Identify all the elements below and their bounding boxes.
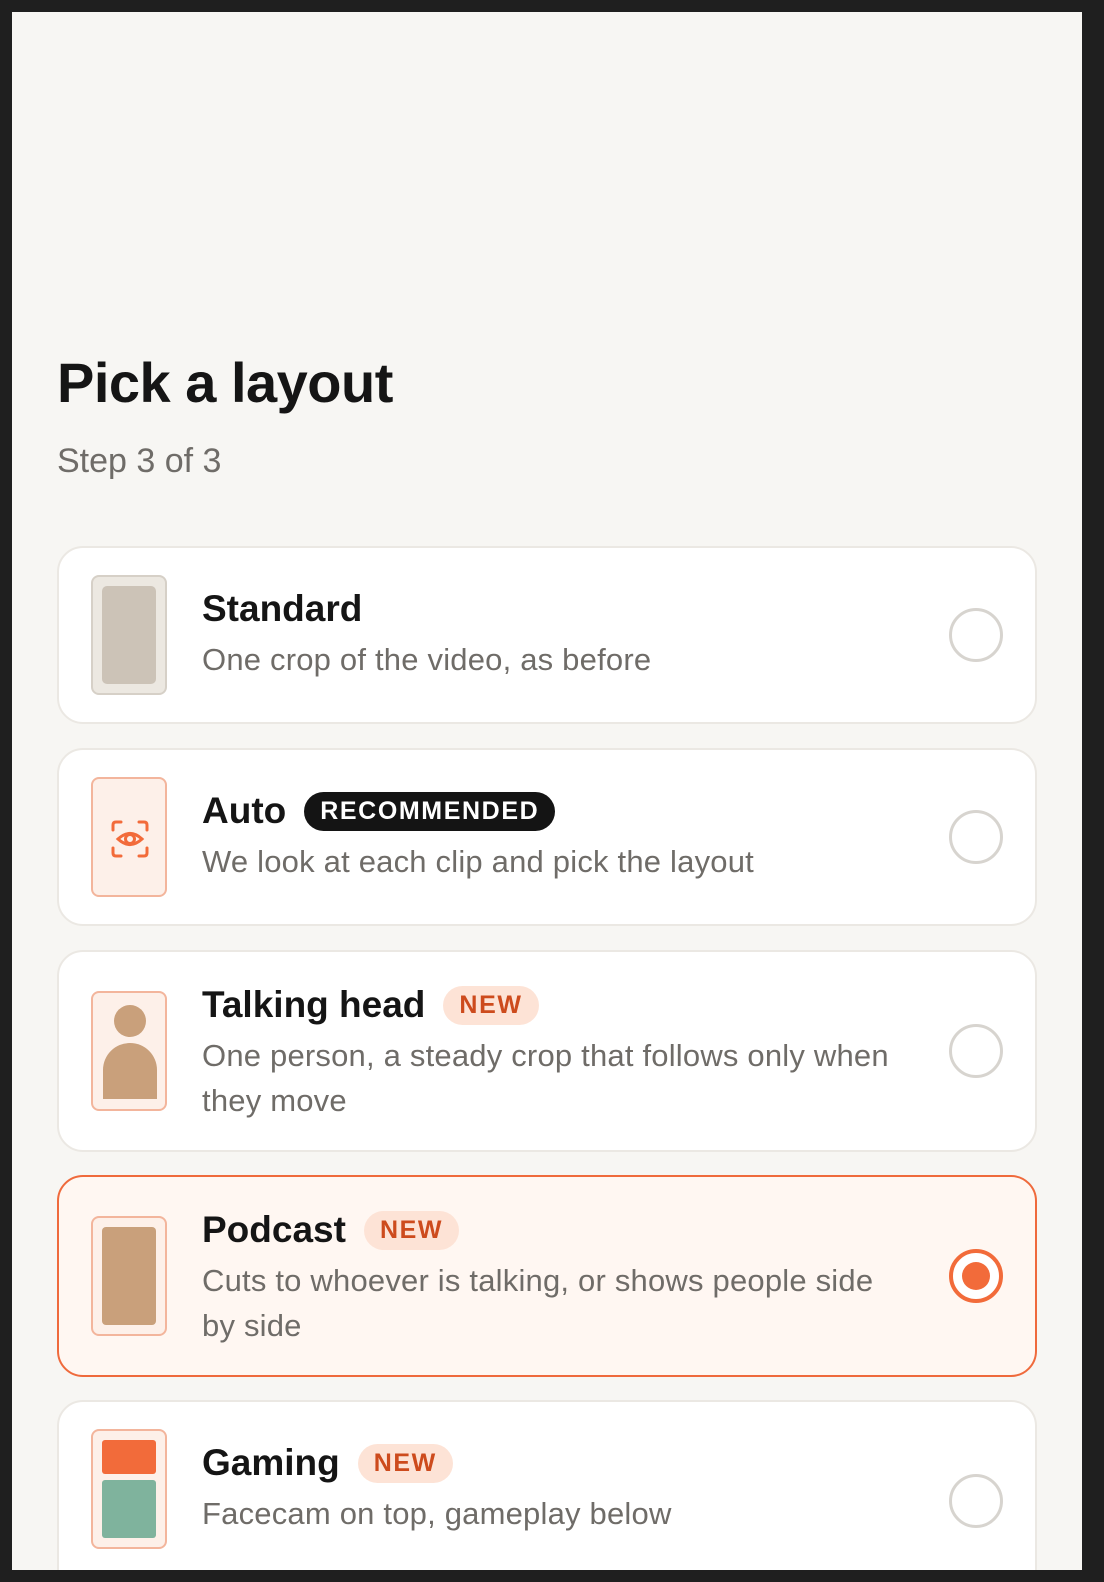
eye-scan-icon (91, 777, 167, 897)
podcast-frame-icon (91, 1216, 167, 1336)
person-icon (91, 991, 167, 1111)
radio-button-selected[interactable] (949, 1249, 1003, 1303)
radio-button[interactable] (949, 1024, 1003, 1078)
layout-option-standard[interactable]: Standard One crop of the video, as befor… (57, 546, 1037, 724)
option-description: Cuts to whoever is talking, or shows peo… (202, 1263, 874, 1343)
new-badge: NEW (363, 1210, 460, 1250)
page-title: Pick a layout (57, 351, 393, 414)
split-screen-icon (91, 1429, 167, 1549)
layout-picker-screen: Pick a layout Step 3 of 3 Standard One c… (12, 12, 1082, 1570)
option-title: Gaming (202, 1442, 340, 1483)
layout-option-auto[interactable]: Auto RECOMMENDED We look at each clip an… (57, 748, 1037, 926)
option-title: Auto (202, 790, 287, 831)
layout-option-talking-head[interactable]: Talking head NEW One person, a steady cr… (57, 950, 1037, 1152)
option-description: We look at each clip and pick the layout (202, 844, 754, 879)
layout-option-podcast[interactable]: Podcast NEW Cuts to whoever is talking, … (57, 1175, 1037, 1377)
radio-button[interactable] (949, 608, 1003, 662)
option-title: Standard (202, 588, 363, 629)
radio-button[interactable] (949, 1474, 1003, 1528)
layout-option-gaming[interactable]: Gaming NEW Facecam on top, gameplay belo… (57, 1400, 1037, 1570)
option-description: One person, a steady crop that follows o… (202, 1038, 889, 1118)
new-badge: NEW (443, 985, 539, 1025)
option-title: Talking head (202, 984, 426, 1025)
portrait-frame-icon (91, 575, 167, 695)
option-description: One crop of the video, as before (202, 642, 652, 677)
recommended-badge: RECOMMENDED (304, 791, 556, 831)
step-indicator: Step 3 of 3 (57, 442, 222, 480)
radio-dot (962, 1262, 990, 1290)
radio-button[interactable] (949, 810, 1003, 864)
new-badge: NEW (357, 1443, 453, 1483)
option-title: Podcast (202, 1209, 346, 1250)
option-description: Facecam on top, gameplay below (202, 1496, 672, 1531)
